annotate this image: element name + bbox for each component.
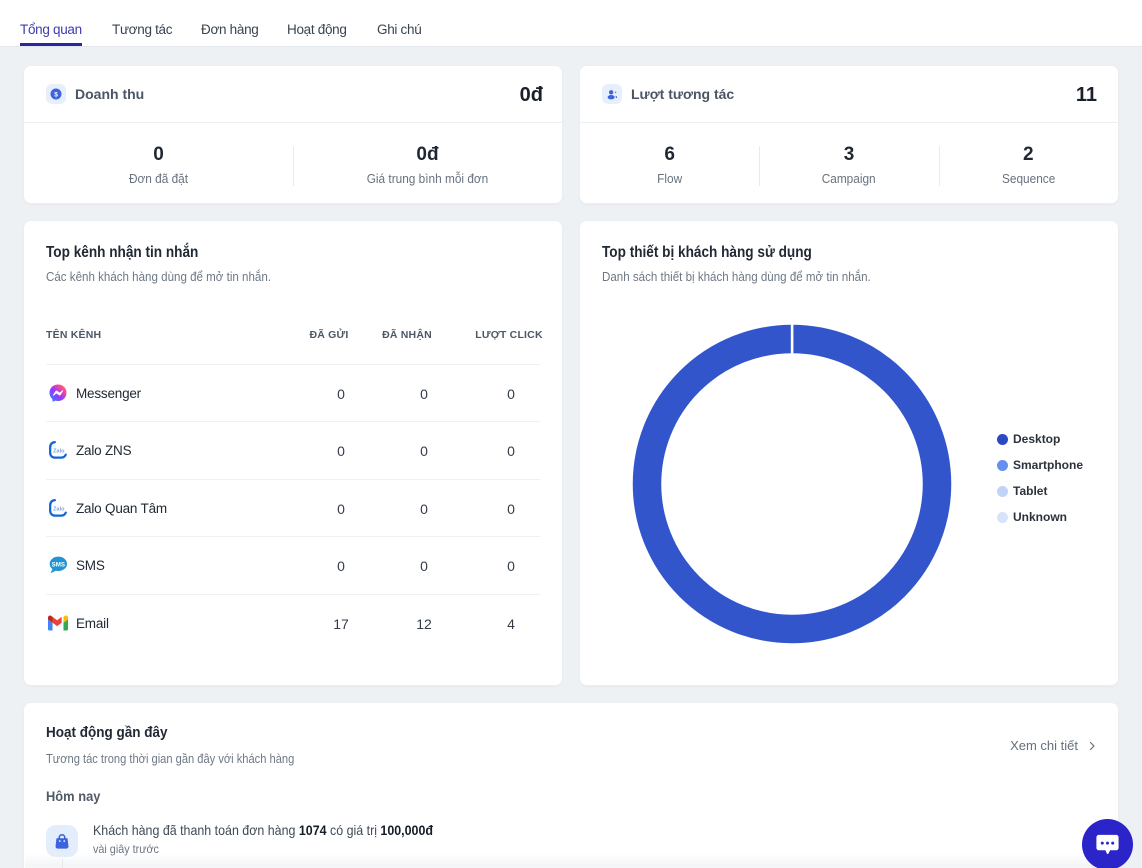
svg-text:Zalo: Zalo [53,449,65,455]
svg-text:Zalo: Zalo [53,506,65,512]
svg-text:$: $ [54,91,58,98]
svg-text:SMS: SMS [52,562,65,569]
